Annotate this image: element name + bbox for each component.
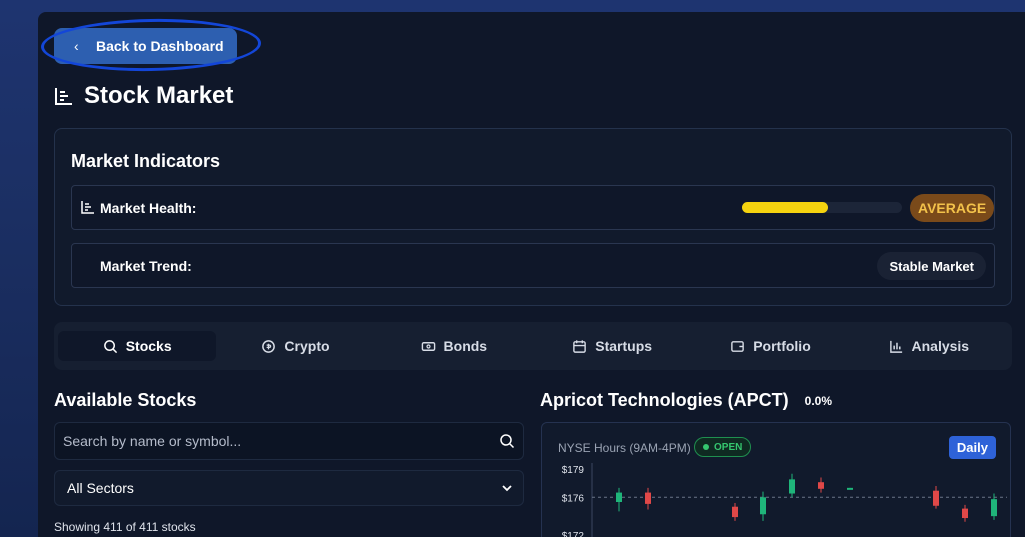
market-trend-row: Market Trend: Stable Market <box>71 243 995 288</box>
page-title: Stock Market <box>54 82 233 110</box>
tab-label: Bonds <box>443 338 488 354</box>
tab-label: Stocks <box>125 338 172 354</box>
y-tick-label: $179 <box>562 465 585 476</box>
sector-select[interactable]: All Sectors <box>54 470 524 506</box>
trading-hours-label: NYSE Hours (9AM-4PM) <box>558 441 691 455</box>
market-tabs: Stocks Crypto Bonds Startups Portfolio A… <box>54 322 1012 370</box>
stock-search-input[interactable] <box>55 423 523 459</box>
back-button-label: Back to Dashboard <box>96 38 224 54</box>
market-health-row: Market Health: AVERAGE <box>71 185 995 230</box>
y-tick-label: $172 <box>562 531 585 537</box>
candlestick-chart: $179 $176 $172 <box>562 463 1007 537</box>
stock-change: 0.0% <box>804 393 833 408</box>
candle-body <box>732 506 738 518</box>
interval-daily-button[interactable]: Daily <box>948 436 996 459</box>
coin-icon <box>262 339 276 353</box>
market-trend-label: Market Trend: <box>100 257 192 274</box>
candle-body <box>645 492 651 504</box>
banknote-icon <box>421 341 435 351</box>
stock-count-text: Showing 411 of 411 stocks <box>54 520 196 534</box>
market-status-text: OPEN <box>714 441 743 453</box>
candle-body <box>847 487 853 490</box>
tab-label: Analysis <box>911 338 970 354</box>
tab-startups[interactable]: Startups <box>533 331 691 361</box>
candle-body <box>962 508 968 519</box>
candle-body <box>616 492 622 502</box>
search-icon[interactable] <box>499 433 515 449</box>
calendar-icon <box>573 339 587 353</box>
chart-icon <box>81 201 94 214</box>
market-indicators-title: Market Indicators <box>71 151 221 171</box>
chevron-down-icon <box>502 485 512 492</box>
back-to-dashboard-button[interactable]: ‹ Back to Dashboard <box>54 28 237 64</box>
market-status-badge: OPEN <box>694 437 752 457</box>
candle-body <box>991 499 997 517</box>
stock-detail-header: Apricot Technologies (APCT) 0.0% <box>540 390 832 411</box>
tab-bonds[interactable]: Bonds <box>375 331 533 361</box>
stock-search <box>54 422 524 460</box>
stock-name: Apricot Technologies (APCT) <box>540 390 789 410</box>
tab-label: Portfolio <box>753 338 811 354</box>
tab-analysis[interactable]: Analysis <box>850 331 1008 361</box>
tab-crypto[interactable]: Crypto <box>216 331 374 361</box>
y-tick-label: $176 <box>562 493 585 504</box>
wallet-icon <box>731 340 745 352</box>
market-health-bar <box>742 202 902 213</box>
candle-body <box>789 479 795 494</box>
chart-icon <box>55 88 72 105</box>
status-dot-icon <box>703 444 709 450</box>
tab-stocks[interactable]: Stocks <box>58 331 217 361</box>
market-trend-badge: Stable Market <box>877 252 986 280</box>
candle-body <box>818 482 824 489</box>
price-chart-card: NYSE Hours (9AM-4PM) OPEN Daily $179 $176… <box>541 422 1011 537</box>
available-stocks-title: Available Stocks <box>54 390 197 410</box>
tab-portfolio[interactable]: Portfolio <box>691 331 849 361</box>
tab-label: Crypto <box>284 338 330 354</box>
candle-body <box>933 490 939 506</box>
tab-label: Startups <box>595 338 653 354</box>
market-indicators-card: Market Indicators Market Health: AVERAGE… <box>54 128 1012 306</box>
market-health-fill <box>742 202 829 213</box>
sector-select-value: All Sectors <box>67 480 134 496</box>
market-health-label: Market Health: <box>100 199 197 216</box>
bar-chart-icon <box>889 340 902 353</box>
page-title-text: Stock Market <box>84 82 234 109</box>
search-icon <box>103 339 117 353</box>
candle-body <box>760 497 766 515</box>
chevron-left-icon: ‹ <box>74 38 79 54</box>
market-health-status-badge: AVERAGE <box>910 194 995 222</box>
